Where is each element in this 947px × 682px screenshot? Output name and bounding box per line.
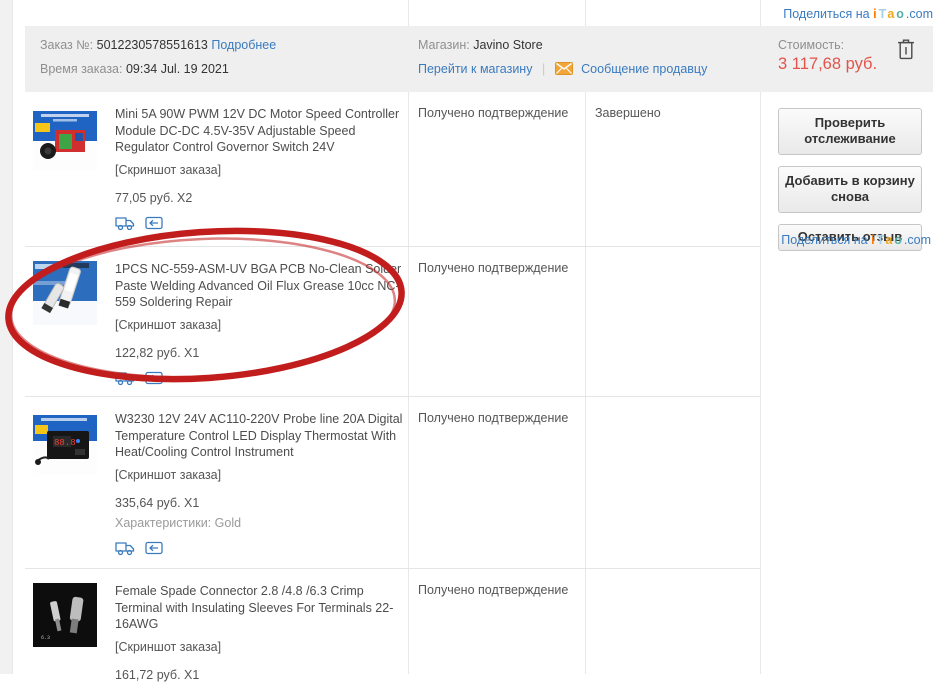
table-row: 88.8 W3230 12V 24V AC110-220V Probe line… xyxy=(25,396,760,568)
product-title[interactable]: 1PCS NC-559-ASM-UV BGA PCB No-Clean Sold… xyxy=(115,261,405,311)
message-seller-link[interactable]: Сообщение продавцу xyxy=(581,62,707,76)
product-thumbnail[interactable]: 88.8 xyxy=(33,411,97,475)
order-screenshot-link[interactable]: [Скриншот заказа] xyxy=(115,468,221,482)
column-divider xyxy=(585,0,586,26)
itao-letter-t: T xyxy=(878,7,888,21)
order-screenshot-link[interactable]: [Скриншот заказа] xyxy=(115,163,221,177)
envelope-icon xyxy=(554,62,573,75)
trash-icon[interactable] xyxy=(897,39,915,60)
product-price: 335,64 руб. X1 xyxy=(115,495,200,510)
itao-letter-t: T xyxy=(876,233,886,247)
share-itao-link-top[interactable]: Поделиться на iTao.com xyxy=(783,7,933,21)
goto-store-link[interactable]: Перейти к магазину xyxy=(418,62,532,76)
table-row: 6.3 Female Spade Connector 2.8 /4.8 /6.3… xyxy=(25,568,760,682)
product-title[interactable]: W3230 12V 24V AC110-220V Probe line 20A … xyxy=(115,411,405,461)
attributes-label: Характеристики: xyxy=(115,515,212,530)
product-thumbnail[interactable] xyxy=(33,106,97,170)
separator: | xyxy=(541,62,546,76)
product-price: 122,82 руб. X1 xyxy=(115,345,200,360)
share-link-label[interactable]: Поделиться на xyxy=(781,233,867,247)
order-time-label: Время заказа: xyxy=(40,62,123,76)
order-header: Заказ №: 5012230578551613 Подробнее Врем… xyxy=(25,26,933,92)
attributes-value: Gold xyxy=(214,515,242,530)
svg-text:6.3: 6.3 xyxy=(41,635,50,641)
cost-value: 3 117,68 руб. xyxy=(778,55,878,73)
truck-icon[interactable] xyxy=(115,540,135,556)
item-status: Получено подтверждение xyxy=(418,106,569,120)
itao-letter-o: o xyxy=(896,7,906,21)
column-divider xyxy=(760,0,761,26)
share-itao-link-bottom[interactable]: Поделиться на iTao.com xyxy=(781,233,931,247)
cost-label: Стоимость: xyxy=(778,38,845,52)
add-to-cart-again-button[interactable]: Добавить в корзину снова xyxy=(778,166,922,213)
store-label: Магазин: xyxy=(418,38,470,52)
return-arrow-icon[interactable] xyxy=(145,540,164,556)
product-title[interactable]: Mini 5A 90W PWM 12V DC Motor Speed Contr… xyxy=(115,106,405,156)
itao-dotcom: .com xyxy=(903,233,931,247)
itao-letter-a: a xyxy=(885,233,895,247)
truck-icon[interactable] xyxy=(115,215,135,231)
product-price: 77,05 руб. X2 xyxy=(115,190,193,205)
return-arrow-icon[interactable] xyxy=(145,215,164,231)
check-tracking-button[interactable]: Проверить отслеживание xyxy=(778,108,922,155)
order-number-label: Заказ №: xyxy=(40,38,94,52)
item-status: Получено подтверждение xyxy=(418,411,569,425)
product-price: 161,72 руб. X1 xyxy=(115,667,200,682)
return-arrow-icon[interactable] xyxy=(145,370,164,386)
item-status-completed: Завершено xyxy=(595,106,661,120)
product-thumbnail[interactable]: 6.3 xyxy=(33,583,97,647)
store-name: Javino Store xyxy=(473,38,543,52)
order-number: 5012230578551613 xyxy=(96,38,208,52)
product-thumbnail[interactable] xyxy=(33,261,97,325)
order-items-table: Mini 5A 90W PWM 12V DC Motor Speed Contr… xyxy=(25,92,933,682)
page-left-gutter xyxy=(0,0,13,674)
share-link-label[interactable]: Поделиться на xyxy=(783,7,869,21)
order-screenshot-link[interactable]: [Скриншот заказа] xyxy=(115,318,221,332)
table-row: 1PCS NC-559-ASM-UV BGA PCB No-Clean Sold… xyxy=(25,246,760,396)
order-time: 09:34 Jul. 19 2021 xyxy=(125,62,229,76)
itao-letter-o: o xyxy=(894,233,904,247)
itao-letter-a: a xyxy=(887,7,897,21)
column-divider xyxy=(408,0,409,26)
item-status: Получено подтверждение xyxy=(418,583,569,597)
table-row: Mini 5A 90W PWM 12V DC Motor Speed Contr… xyxy=(25,92,760,246)
order-screenshot-link[interactable]: [Скриншот заказа] xyxy=(115,640,221,654)
column-divider xyxy=(760,92,761,674)
item-status: Получено подтверждение xyxy=(418,261,569,275)
product-title[interactable]: Female Spade Connector 2.8 /4.8 /6.3 Cri… xyxy=(115,583,405,633)
itao-dotcom: .com xyxy=(905,7,933,21)
svg-text:88.8: 88.8 xyxy=(54,438,76,448)
truck-icon[interactable] xyxy=(115,370,135,386)
order-details-link[interactable]: Подробнее xyxy=(211,38,276,52)
